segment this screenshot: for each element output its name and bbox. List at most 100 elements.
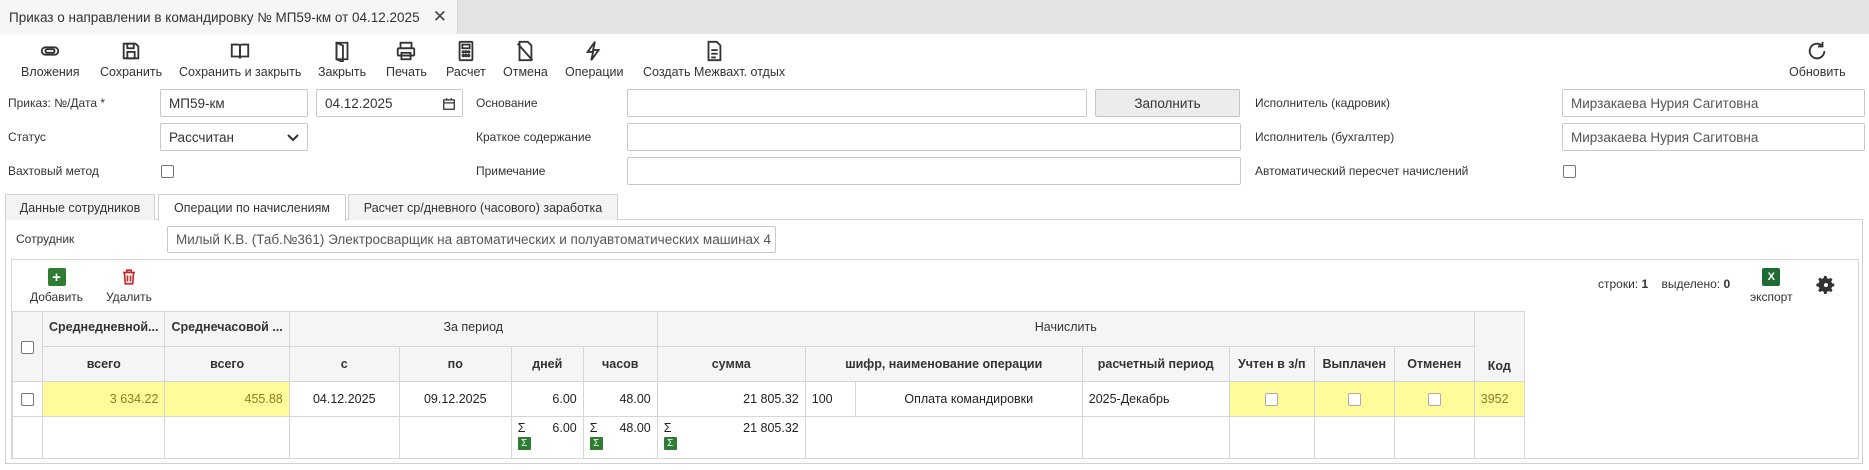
avg-day-cell[interactable]: 3 634.22 bbox=[41, 381, 166, 417]
order-number-field[interactable]: МП59-км bbox=[160, 89, 308, 117]
status-value: Рассчитан bbox=[169, 129, 234, 145]
hours-cell[interactable]: 48.00 bbox=[582, 381, 658, 417]
days-header[interactable]: дней bbox=[510, 346, 584, 382]
employee-label: Сотрудник bbox=[16, 232, 75, 246]
in-payroll-cell bbox=[1228, 381, 1315, 417]
days-total-cell: Σ 6.00 Σ bbox=[510, 416, 584, 459]
document-cancel-icon bbox=[517, 40, 534, 62]
table-row[interactable]: 3 634.22 455.88 04.12.2025 09.12.2025 6.… bbox=[12, 381, 1525, 417]
totals-empty-cell bbox=[1393, 416, 1475, 459]
tab-employee-data[interactable]: Данные сотрудников bbox=[5, 194, 155, 220]
avg-day-header[interactable]: Среднедневной... bbox=[41, 311, 166, 347]
close-button[interactable]: Закрыть bbox=[318, 40, 366, 80]
status-label: Статус bbox=[8, 130, 46, 144]
delete-button[interactable]: Удалить bbox=[106, 268, 152, 304]
basis-label: Основание bbox=[476, 96, 538, 110]
in-payroll-header[interactable]: Учтен в з/п bbox=[1228, 346, 1315, 382]
from-cell[interactable]: 04.12.2025 bbox=[288, 381, 400, 417]
gear-icon[interactable] bbox=[1815, 274, 1837, 296]
totals-empty-cell bbox=[1081, 416, 1230, 459]
totals-empty-cell bbox=[12, 416, 43, 459]
select-all-checkbox[interactable] bbox=[21, 340, 34, 354]
code-header[interactable]: Код bbox=[1473, 311, 1525, 382]
export-button[interactable]: X экспорт bbox=[1750, 268, 1793, 304]
document-tab-title: Приказ о направлении в командировку № МП… bbox=[9, 9, 420, 25]
shift-method-checkbox[interactable] bbox=[161, 165, 174, 178]
paid-header[interactable]: Выплачен bbox=[1313, 346, 1395, 382]
op-code-cell[interactable]: 100 bbox=[804, 381, 856, 417]
executor-hr-field[interactable]: Мирзакаева Нурия Сагитовна bbox=[1562, 89, 1865, 117]
days-cell[interactable]: 6.00 bbox=[510, 381, 584, 417]
calc-period-cell[interactable]: 2025-Декабрь bbox=[1081, 381, 1230, 417]
status-select[interactable]: Рассчитан bbox=[160, 123, 308, 151]
operation-header[interactable]: шифр, наименование операции bbox=[804, 346, 1083, 382]
totals-row: Σ 6.00 Σ Σ 48.00 Σ Σ 21 805.32 Σ bbox=[12, 416, 1525, 459]
summary-field[interactable] bbox=[627, 123, 1241, 151]
calc-period-header[interactable]: расчетный период bbox=[1081, 346, 1230, 382]
row-checkbox[interactable] bbox=[21, 393, 34, 407]
close-icon[interactable]: ✕ bbox=[433, 8, 447, 25]
sum-total-cell: Σ 21 805.32 Σ bbox=[656, 416, 806, 459]
tab-accrual-operations[interactable]: Операции по начислениям bbox=[158, 194, 346, 221]
operations-button[interactable]: Операции bbox=[565, 40, 623, 80]
employee-field[interactable]: Милый К.В. (Таб.№361) Электросварщик на … bbox=[167, 226, 776, 253]
accrue-group-header: Начислить bbox=[656, 311, 1475, 347]
order-label: Приказ: №/Дата * bbox=[8, 96, 106, 110]
basis-field[interactable] bbox=[627, 89, 1087, 117]
order-date-value: 04.12.2025 bbox=[325, 95, 393, 111]
plus-icon: + bbox=[47, 268, 66, 286]
hours-total: 48.00 bbox=[619, 421, 651, 435]
save-and-close-button[interactable]: Сохранить и закрыть bbox=[179, 40, 301, 80]
create-rest-button[interactable]: Создать Межвахт. отдых bbox=[643, 40, 785, 80]
summary-label: Краткое содержание bbox=[476, 130, 592, 144]
to-header[interactable]: по bbox=[398, 346, 512, 382]
hours-header[interactable]: часов bbox=[582, 346, 658, 382]
code-cell[interactable]: 3952 bbox=[1473, 381, 1525, 417]
cancelled-cell bbox=[1393, 381, 1475, 417]
sum-total: 21 805.32 bbox=[743, 421, 799, 435]
op-name-cell[interactable]: Оплата командировки bbox=[854, 381, 1083, 417]
period-group-header: За период bbox=[288, 311, 658, 347]
sigma-icon[interactable]: Σ bbox=[517, 437, 531, 450]
to-cell[interactable]: 09.12.2025 bbox=[398, 381, 512, 417]
table-header-row-2: всего всего с по дней часов сумма шифр, … bbox=[13, 346, 1525, 382]
rows-count: 1 bbox=[1641, 277, 1649, 291]
print-button[interactable]: Печать bbox=[386, 40, 427, 80]
document-tab[interactable]: Приказ о направлении в командировку № МП… bbox=[0, 0, 458, 34]
save-button[interactable]: Сохранить bbox=[100, 40, 162, 80]
add-button[interactable]: + Добавить bbox=[30, 268, 83, 304]
sigma-icon[interactable]: Σ bbox=[663, 437, 677, 450]
paid-cell bbox=[1313, 381, 1395, 417]
paid-checkbox[interactable] bbox=[1347, 393, 1361, 407]
trash-icon bbox=[122, 269, 135, 285]
avg-hour-cell[interactable]: 455.88 bbox=[164, 381, 290, 417]
cancelled-checkbox[interactable] bbox=[1427, 393, 1441, 407]
note-label: Примечание bbox=[476, 164, 546, 178]
selected-count: 0 bbox=[1723, 277, 1731, 291]
refresh-icon bbox=[1809, 41, 1826, 60]
cancelled-header[interactable]: Отменен bbox=[1393, 346, 1475, 382]
auto-recalc-checkbox[interactable] bbox=[1563, 165, 1576, 178]
lightning-icon bbox=[586, 41, 601, 61]
toolbar: Вложения Сохранить Сохранить и закрыть З… bbox=[0, 34, 1869, 84]
avg-hour-header[interactable]: Среднечасовой ... bbox=[164, 311, 290, 347]
order-date-field[interactable]: 04.12.2025 bbox=[316, 89, 463, 117]
totals-empty-cell bbox=[398, 416, 512, 459]
sum-header[interactable]: сумма bbox=[656, 346, 806, 382]
accruals-table: Среднедневной... Среднечасовой ... За пе… bbox=[12, 311, 1525, 459]
cancel-button[interactable]: Отмена bbox=[503, 40, 548, 80]
fill-button[interactable]: Заполнить bbox=[1095, 89, 1240, 117]
refresh-button[interactable]: Обновить bbox=[1789, 40, 1846, 80]
from-header[interactable]: с bbox=[288, 346, 400, 382]
calculate-button[interactable]: Расчет bbox=[446, 40, 486, 80]
tab-average-earnings[interactable]: Расчет ср/дневного (часового) заработка bbox=[348, 194, 618, 220]
avg-day-total-header[interactable]: всего bbox=[41, 346, 166, 382]
sigma-icon[interactable]: Σ bbox=[589, 437, 603, 450]
in-payroll-checkbox[interactable] bbox=[1265, 393, 1279, 407]
sum-cell[interactable]: 21 805.32 bbox=[656, 381, 806, 417]
attachments-button[interactable]: Вложения bbox=[21, 40, 80, 80]
avg-hour-total-header[interactable]: всего bbox=[164, 346, 290, 382]
executor-accountant-field[interactable]: Мирзакаева Нурия Сагитовна bbox=[1562, 123, 1865, 151]
calendar-icon[interactable] bbox=[442, 97, 456, 111]
note-field[interactable] bbox=[627, 157, 1241, 185]
